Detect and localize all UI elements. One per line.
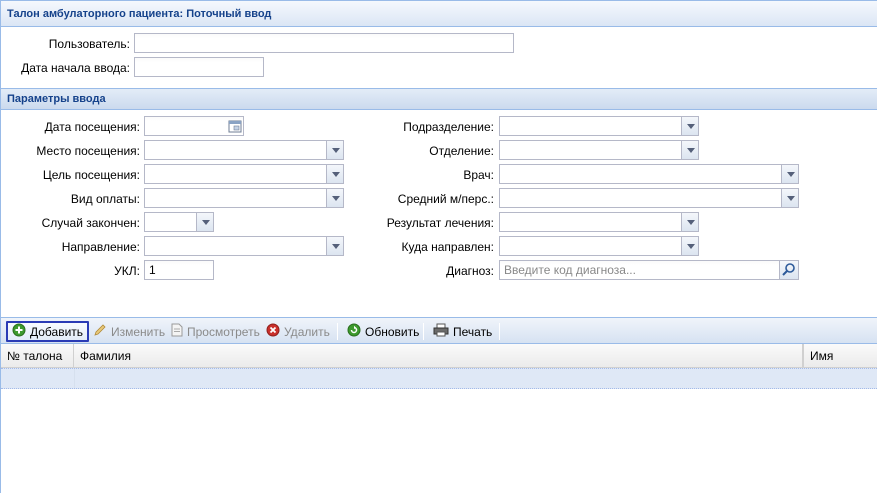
refresh-icon: [347, 323, 361, 340]
visit-date-input[interactable]: [145, 117, 225, 135]
delete-icon: [266, 323, 280, 340]
ukl-input[interactable]: [145, 261, 213, 279]
window-title-bar: Талон амбулаторного пациента: Поточный в…: [1, 1, 877, 27]
case-closed-label: Случай закончен:: [41, 216, 140, 230]
diagnosis-field[interactable]: [499, 260, 799, 280]
view-label: Просмотреть: [187, 324, 260, 339]
chevron-down-icon[interactable]: [681, 237, 698, 255]
toolbar-separator: [423, 323, 424, 340]
column-divider: [74, 369, 75, 388]
user-field[interactable]: [134, 33, 514, 53]
toolbar-separator: [499, 323, 500, 340]
start-date-field[interactable]: [134, 57, 264, 77]
chevron-down-icon[interactable]: [681, 213, 698, 231]
visit-date-label: Дата посещения:: [44, 120, 140, 134]
grid-body: [1, 390, 877, 493]
referred-to-combo[interactable]: [499, 236, 699, 256]
toolbar-separator: [337, 323, 338, 340]
visit-date-field[interactable]: [144, 116, 244, 136]
diagnosis-label: Диагноз:: [446, 264, 494, 278]
chevron-down-icon[interactable]: [681, 117, 698, 135]
chevron-down-icon[interactable]: [681, 141, 698, 159]
window-title: Талон амбулаторного пациента: Поточный в…: [7, 8, 272, 20]
toolbar: Добавить Изменить Просмотреть Удалить Об…: [1, 317, 877, 344]
department-combo[interactable]: [499, 140, 699, 160]
start-date-input[interactable]: [135, 58, 263, 76]
division-label: Подразделение:: [403, 120, 494, 134]
visit-place-label: Место посещения:: [36, 144, 140, 158]
refresh-button[interactable]: Обновить: [343, 321, 423, 342]
params-section-header[interactable]: Параметры ввода: [1, 88, 877, 110]
payment-type-label: Вид оплаты:: [70, 192, 140, 206]
nurse-label: Средний м/перс.:: [397, 192, 494, 206]
edit-button[interactable]: Изменить: [89, 321, 169, 342]
column-header-talon-number[interactable]: № талона: [1, 344, 74, 368]
ukl-label: УКЛ:: [114, 264, 140, 278]
add-button[interactable]: Добавить: [6, 321, 90, 342]
add-label: Добавить: [30, 324, 84, 339]
edit-label: Изменить: [111, 324, 166, 339]
column-header-surname[interactable]: Фамилия: [74, 344, 803, 368]
user-input[interactable]: [135, 34, 513, 52]
printer-icon: [433, 323, 449, 340]
view-button[interactable]: Просмотреть: [167, 321, 264, 342]
nurse-combo[interactable]: [499, 188, 799, 208]
table-row[interactable]: [1, 368, 877, 389]
talon-window: Талон амбулаторного пациента: Поточный в…: [0, 0, 877, 493]
case-closed-combo[interactable]: [144, 212, 214, 232]
payment-type-combo[interactable]: [144, 188, 344, 208]
grid-header: № талона Фамилия Имя: [1, 344, 877, 368]
pencil-icon: [93, 323, 107, 340]
print-label: Печать: [453, 324, 493, 339]
delete-button[interactable]: Удалить: [262, 321, 334, 342]
delete-label: Удалить: [284, 324, 330, 339]
user-label: Пользователь:: [48, 37, 130, 51]
ukl-field[interactable]: [144, 260, 214, 280]
diagnosis-input[interactable]: [500, 261, 778, 279]
calendar-icon[interactable]: [228, 119, 242, 133]
visit-goal-label: Цель посещения:: [42, 168, 140, 182]
department-label: Отделение:: [429, 144, 494, 158]
direction-combo[interactable]: [144, 236, 344, 256]
search-icon[interactable]: [779, 261, 798, 279]
print-button[interactable]: Печать: [429, 321, 496, 342]
document-icon: [171, 323, 183, 340]
result-label: Результат лечения:: [386, 216, 494, 230]
params-section-title: Параметры ввода: [7, 93, 106, 105]
direction-label: Направление:: [61, 240, 140, 254]
chevron-down-icon[interactable]: [781, 189, 798, 207]
doctor-combo[interactable]: [499, 164, 799, 184]
result-combo[interactable]: [499, 212, 699, 232]
visit-goal-combo[interactable]: [144, 164, 344, 184]
add-icon: [12, 323, 26, 340]
start-date-label: Дата начала ввода:: [21, 61, 130, 75]
doctor-label: Врач:: [463, 168, 494, 182]
referred-to-label: Куда направлен:: [401, 240, 494, 254]
visit-place-combo[interactable]: [144, 140, 344, 160]
column-header-name[interactable]: Имя: [803, 344, 877, 368]
chevron-down-icon[interactable]: [781, 165, 798, 183]
division-combo[interactable]: [499, 116, 699, 136]
refresh-label: Обновить: [365, 324, 420, 339]
chevron-down-icon[interactable]: [196, 213, 213, 231]
